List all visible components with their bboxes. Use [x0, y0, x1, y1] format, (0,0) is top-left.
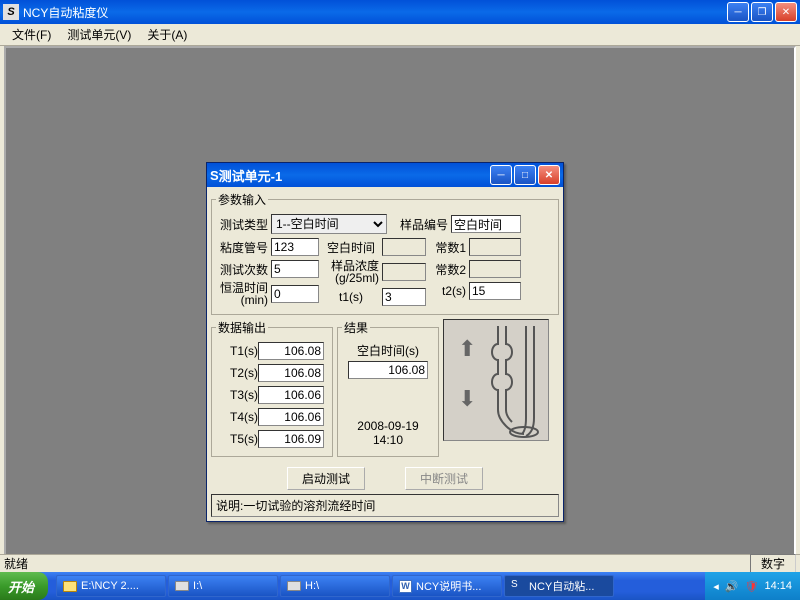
word-icon: W: [399, 580, 412, 593]
const1-label: 常数1: [430, 239, 466, 256]
temp-time-input[interactable]: [271, 285, 319, 303]
t1-row-input[interactable]: [258, 342, 324, 360]
arrow-up-icon: ⬆: [458, 336, 476, 362]
arrow-down-icon: ⬇: [458, 386, 476, 412]
main-close-button[interactable]: ✕: [775, 2, 797, 22]
taskbar-item[interactable]: W NCY说明书...: [392, 575, 502, 597]
menu-file[interactable]: 文件(F): [4, 24, 59, 45]
sample-no-input[interactable]: [451, 215, 521, 233]
taskbar-item[interactable]: I:\: [168, 575, 278, 597]
dialog-title: 测试单元-1: [219, 166, 490, 185]
start-button[interactable]: 开始: [0, 572, 48, 600]
data-output-legend: 数据输出: [216, 319, 268, 336]
result-date: 2008-09-19: [342, 419, 434, 433]
taskbar: 开始 E:\NCY 2.... I:\ H:\ W NCY说明书... S NCY自动粘..…: [0, 572, 800, 600]
result-legend: 结果: [342, 319, 370, 336]
taskbar-item-label: H:\: [305, 580, 319, 592]
taskbar-item[interactable]: S NCY自动粘...: [504, 575, 614, 597]
result-label: 空白时间(s): [342, 342, 434, 359]
main-titlebar: S NCY自动粘度仪 ─ ❐ ✕: [0, 0, 800, 24]
t2-row-label: T2(s): [216, 366, 258, 380]
main-title: NCY自动粘度仪: [23, 4, 727, 21]
status-left: 就绪: [4, 555, 28, 572]
start-test-button[interactable]: 启动测试: [287, 467, 365, 490]
stop-test-button[interactable]: 中断测试: [405, 467, 483, 490]
app-icon: S: [3, 4, 19, 20]
test-type-label: 测试类型: [216, 216, 268, 233]
t4-row-input[interactable]: [258, 408, 324, 426]
t1-row-label: T1(s): [216, 344, 258, 358]
temp-time-label-2: (min): [216, 294, 268, 306]
tray-shield-icon[interactable]: 🛡: [745, 580, 759, 593]
test-count-label: 测试次数: [216, 261, 268, 278]
const1-value: [469, 238, 521, 256]
dialog-titlebar[interactable]: S 测试单元-1 ─ □ ✕: [207, 163, 563, 187]
density-value: [382, 263, 426, 281]
t2-row-input[interactable]: [258, 364, 324, 382]
test-type-select[interactable]: 1--空白时间: [271, 214, 387, 234]
tray-network-icon[interactable]: ◂: [713, 580, 719, 593]
client-area: S 测试单元-1 ─ □ ✕ 参数输入 测试类型 1--空白时间 样品编号: [4, 46, 796, 558]
status-right: 数字: [750, 554, 796, 573]
t5-row-input[interactable]: [258, 430, 324, 448]
result-value: [348, 361, 428, 379]
t1s-input[interactable]: [382, 288, 426, 306]
tray-volume-icon[interactable]: 🔊: [725, 580, 739, 593]
sample-no-label: 样品编号: [390, 216, 448, 233]
main-minimize-button[interactable]: ─: [727, 2, 749, 22]
t1s-label: t1(s): [323, 290, 379, 304]
tube-no-label: 粘度管号: [216, 239, 268, 256]
menu-test-unit[interactable]: 测试单元(V): [59, 24, 139, 45]
result-time: 14:10: [342, 433, 434, 447]
t3-row-label: T3(s): [216, 388, 258, 402]
drive-icon: [175, 581, 189, 591]
taskbar-item[interactable]: H:\: [280, 575, 390, 597]
t2s-input[interactable]: [469, 282, 521, 300]
drive-icon: [287, 581, 301, 591]
explain-text: 说明:一切试验的溶剂流经时间: [211, 494, 559, 517]
taskbar-item[interactable]: E:\NCY 2....: [56, 575, 166, 597]
menu-about[interactable]: 关于(A): [139, 24, 195, 45]
tray-clock[interactable]: 14:14: [764, 580, 792, 592]
taskbar-item-label: I:\: [193, 580, 202, 592]
t2s-label: t2(s): [430, 284, 466, 298]
density-label-2: (g/25ml): [323, 272, 379, 284]
folder-icon: [63, 581, 77, 592]
const2-label: 常数2: [430, 261, 466, 278]
taskbar-item-label: NCY自动粘...: [529, 578, 594, 594]
app-icon: S: [511, 579, 525, 593]
taskbar-item-label: NCY说明书...: [416, 578, 481, 594]
main-restore-button[interactable]: ❐: [751, 2, 773, 22]
statusbar: 就绪 数字: [0, 554, 800, 572]
start-label: 开始: [8, 577, 34, 596]
tube-no-input[interactable]: [271, 238, 319, 256]
dialog-maximize-button[interactable]: □: [514, 165, 536, 185]
const2-value: [469, 260, 521, 278]
viscometer-tube-icon: [486, 324, 542, 438]
taskbar-item-label: E:\NCY 2....: [81, 580, 139, 592]
blank-time-label: 空白时间: [323, 239, 379, 256]
data-output-group: 数据输出 T1(s) T2(s) T3(s) T4(s) T5(s): [211, 319, 333, 457]
system-tray[interactable]: ◂ 🔊 🛡 14:14: [705, 572, 800, 600]
test-count-input[interactable]: [271, 260, 319, 278]
params-legend: 参数输入: [216, 191, 268, 208]
params-group: 参数输入 测试类型 1--空白时间 样品编号 粘度管号: [211, 191, 559, 315]
blank-time-value: [382, 238, 426, 256]
result-group: 结果 空白时间(s) 2008-09-19 14:10: [337, 319, 439, 457]
dialog-close-button[interactable]: ✕: [538, 165, 560, 185]
dialog-minimize-button[interactable]: ─: [490, 165, 512, 185]
menubar: 文件(F) 测试单元(V) 关于(A): [0, 24, 800, 46]
t5-row-label: T5(s): [216, 432, 258, 446]
t4-row-label: T4(s): [216, 410, 258, 424]
test-unit-dialog: S 测试单元-1 ─ □ ✕ 参数输入 测试类型 1--空白时间 样品编号: [206, 162, 564, 522]
t3-row-input[interactable]: [258, 386, 324, 404]
dialog-icon: S: [210, 168, 219, 183]
viscometer-diagram: ⬆ ⬇: [443, 319, 549, 441]
